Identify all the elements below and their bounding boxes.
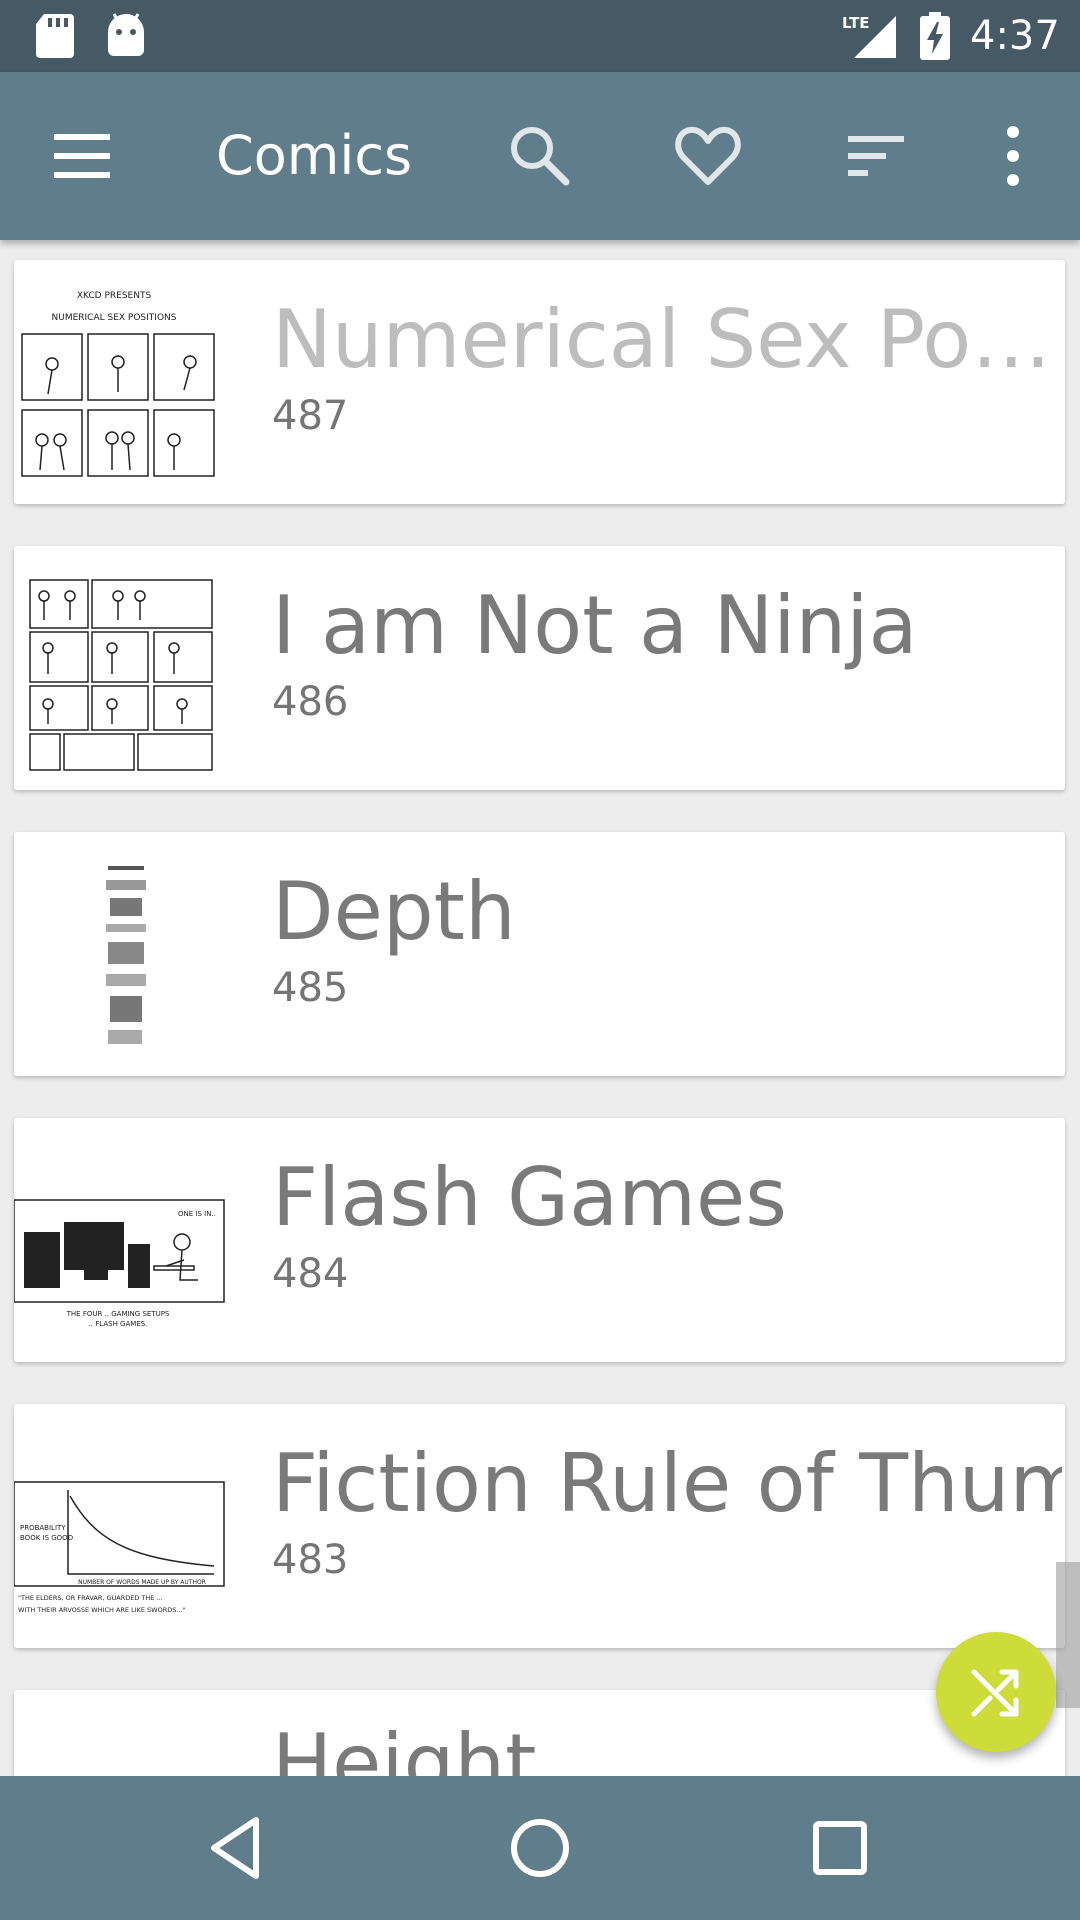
comic-card[interactable]: I am Not a Ninja 486	[14, 546, 1065, 790]
comic-card[interactable]: XKCD PRESENTS NUMERICAL SEX POSITIONS Nu…	[14, 260, 1065, 504]
comic-thumbnail: PROBABILITY BOOK IS GOOD NUMBER OF WORDS…	[14, 1481, 225, 1614]
comic-title: Height	[272, 1717, 537, 1776]
svg-text:PROBABILITY: PROBABILITY	[20, 1524, 66, 1532]
svg-text:WITH THEIR ARVOSSE WHICH ARE L: WITH THEIR ARVOSSE WHICH ARE LIKE SWORDS…	[18, 1606, 186, 1614]
comic-card[interactable]: Height	[14, 1690, 1065, 1776]
comic-title: Fiction Rule of Thumb	[272, 1437, 1062, 1530]
svg-text:NUMBER OF WORDS MADE UP BY AUT: NUMBER OF WORDS MADE UP BY AUTHOR	[78, 1579, 206, 1586]
comic-thumbnail: XKCD PRESENTS NUMERICAL SEX POSITIONS	[21, 291, 215, 477]
app-bar: Comics	[0, 72, 1080, 240]
svg-text:ONE IS IN..: ONE IS IN..	[178, 1210, 216, 1218]
comic-list[interactable]: XKCD PRESENTS NUMERICAL SEX POSITIONS Nu…	[0, 240, 1080, 1776]
android-icon	[108, 13, 144, 56]
comic-number: 484	[272, 1251, 349, 1297]
comic-thumbnail	[104, 862, 148, 1062]
comic-number: 483	[272, 1537, 349, 1583]
comic-number: 487	[272, 393, 349, 439]
status-clock: 4:37	[970, 13, 1060, 59]
shuffle-button[interactable]	[936, 1632, 1056, 1752]
page-title: Comics	[216, 124, 413, 187]
svg-text:THE FOUR .. GAMING SETUPS: THE FOUR .. GAMING SETUPS	[66, 1310, 170, 1318]
sort-icon[interactable]	[838, 118, 914, 194]
comic-thumbnail	[29, 579, 213, 771]
comic-card[interactable]: ONE IS IN.. THE FOUR .. GAMING SETUPS ..…	[14, 1118, 1065, 1362]
svg-text:LTE: LTE	[842, 14, 870, 32]
comic-title: Flash Games	[272, 1151, 787, 1244]
home-icon[interactable]	[498, 1806, 582, 1890]
heart-icon[interactable]	[670, 118, 746, 194]
comic-card[interactable]: Depth 485	[14, 832, 1065, 1076]
scrollbar[interactable]	[1056, 1562, 1080, 1708]
status-bar: LTE 4:37	[0, 0, 1080, 72]
comic-number: 486	[272, 679, 349, 725]
comic-title: I am Not a Ninja	[272, 579, 918, 672]
comic-number: 485	[272, 965, 349, 1011]
svg-text:XKCD PRESENTS: XKCD PRESENTS	[77, 291, 152, 301]
back-icon[interactable]	[198, 1806, 282, 1890]
battery-charging-icon	[920, 12, 950, 60]
comic-title: Depth	[272, 865, 516, 958]
svg-text:NUMERICAL SEX POSITIONS: NUMERICAL SEX POSITIONS	[52, 313, 177, 323]
system-nav-bar	[0, 1776, 1080, 1920]
comic-card[interactable]: PROBABILITY BOOK IS GOOD NUMBER OF WORDS…	[14, 1404, 1065, 1648]
lte-signal-icon: LTE	[842, 14, 896, 58]
more-vert-icon[interactable]	[975, 118, 1051, 194]
recents-icon[interactable]	[798, 1806, 882, 1890]
svg-text:"THE ELDERS, OR FRAVAR, GUARDE: "THE ELDERS, OR FRAVAR, GUARDED THE ...	[18, 1594, 163, 1602]
menu-icon[interactable]	[50, 128, 116, 184]
svg-text:.. FLASH GAMES.: .. FLASH GAMES.	[89, 1320, 148, 1328]
search-icon[interactable]	[502, 118, 578, 194]
comic-thumbnail: ONE IS IN.. THE FOUR .. GAMING SETUPS ..…	[14, 1199, 225, 1328]
svg-text:BOOK IS GOOD: BOOK IS GOOD	[20, 1534, 73, 1542]
sd-card-icon	[36, 14, 74, 58]
shuffle-icon	[971, 1669, 1019, 1717]
comic-title: Numerical Sex Positions	[272, 293, 1062, 386]
